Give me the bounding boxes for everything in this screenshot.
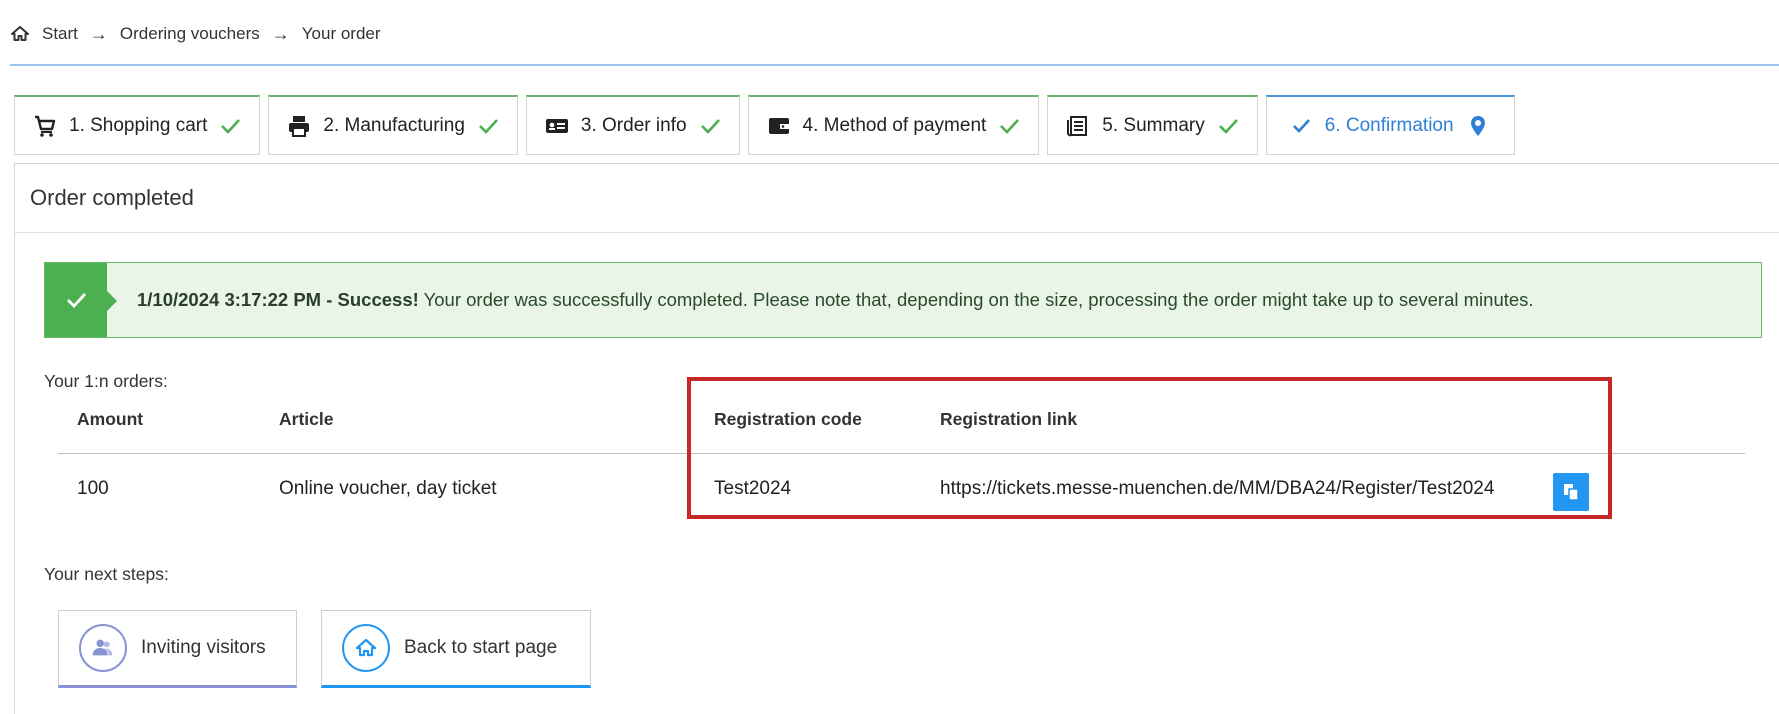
- people-icon: [79, 624, 127, 672]
- column-header-amount: Amount: [77, 409, 144, 429]
- tab-manufacturing[interactable]: 2. Manufacturing: [268, 95, 518, 155]
- inviting-visitors-label: Inviting visitors: [141, 637, 266, 658]
- tab-label: 4. Method of payment: [802, 114, 987, 136]
- map-pin-icon: [1468, 115, 1488, 137]
- check-icon: [219, 115, 241, 137]
- breadcrumb-your-order: Your order: [301, 24, 381, 43]
- breadcrumb-ordering-vouchers[interactable]: Ordering vouchers: [120, 24, 260, 44]
- inviting-visitors-button[interactable]: Inviting visitors: [58, 610, 297, 688]
- tab-label: 1. Shopping cart: [69, 114, 208, 136]
- highlight-box: [687, 377, 1612, 519]
- wallet-icon: [767, 114, 791, 138]
- cell-article: Online voucher, day ticket: [279, 478, 497, 499]
- tab-label: 3. Order info: [580, 114, 687, 136]
- alert-message: 1/10/2024 3:17:22 PM - Success! Your ord…: [137, 289, 1534, 311]
- back-to-start-label: Back to start page: [404, 637, 558, 658]
- tab-summary[interactable]: 5. Summary: [1047, 95, 1258, 155]
- tab-shopping-cart[interactable]: 1. Shopping cart: [14, 95, 261, 155]
- check-icon: [1291, 116, 1311, 136]
- success-alert: 1/10/2024 3:17:22 PM - Success! Your ord…: [44, 262, 1762, 338]
- cell-amount: 100: [77, 478, 109, 499]
- check-icon: [67, 293, 87, 309]
- orders-label: Your 1:n orders:: [44, 371, 168, 391]
- breadcrumb: Start → Ordering vouchers → Your order: [10, 20, 381, 48]
- id-card-icon: [545, 114, 569, 138]
- panel-title: Order completed: [15, 164, 1779, 233]
- check-icon: [998, 115, 1020, 137]
- tab-label: 5. Summary: [1102, 114, 1205, 136]
- alert-timestamp: 1/10/2024 3:17:22 PM - Success!: [137, 289, 419, 310]
- home-icon: [342, 624, 390, 672]
- tab-confirmation[interactable]: 6. Confirmation: [1265, 95, 1515, 155]
- cart-icon: [33, 114, 57, 138]
- next-steps-label: Your next steps:: [44, 564, 169, 584]
- check-icon: [477, 115, 499, 137]
- tab-label: 2. Manufacturing: [323, 114, 465, 136]
- printer-icon: [287, 114, 311, 138]
- check-icon: [699, 115, 721, 137]
- confirmation-panel: Order completed 1/10/2024 3:17:22 PM - S…: [14, 163, 1779, 714]
- breadcrumb-separator: →: [271, 23, 290, 44]
- tab-label: 6. Confirmation: [1324, 114, 1454, 136]
- alert-icon-box: [45, 263, 117, 337]
- tab-method-of-payment[interactable]: 4. Method of payment: [747, 95, 1040, 155]
- alert-body: Your order was successfully completed. P…: [418, 289, 1534, 310]
- wizard-tabs: 1. Shopping cart 2. Manufacturing 3. Ord…: [14, 95, 1515, 155]
- document-icon: [1066, 114, 1090, 138]
- home-icon[interactable]: [10, 24, 30, 44]
- check-icon: [1217, 115, 1239, 137]
- tab-order-info[interactable]: 3. Order info: [525, 95, 740, 155]
- back-to-start-button[interactable]: Back to start page: [321, 610, 591, 688]
- header-divider: [10, 64, 1779, 66]
- column-header-article: Article: [279, 409, 334, 429]
- breadcrumb-start[interactable]: Start: [42, 24, 78, 44]
- breadcrumb-separator: →: [89, 23, 108, 44]
